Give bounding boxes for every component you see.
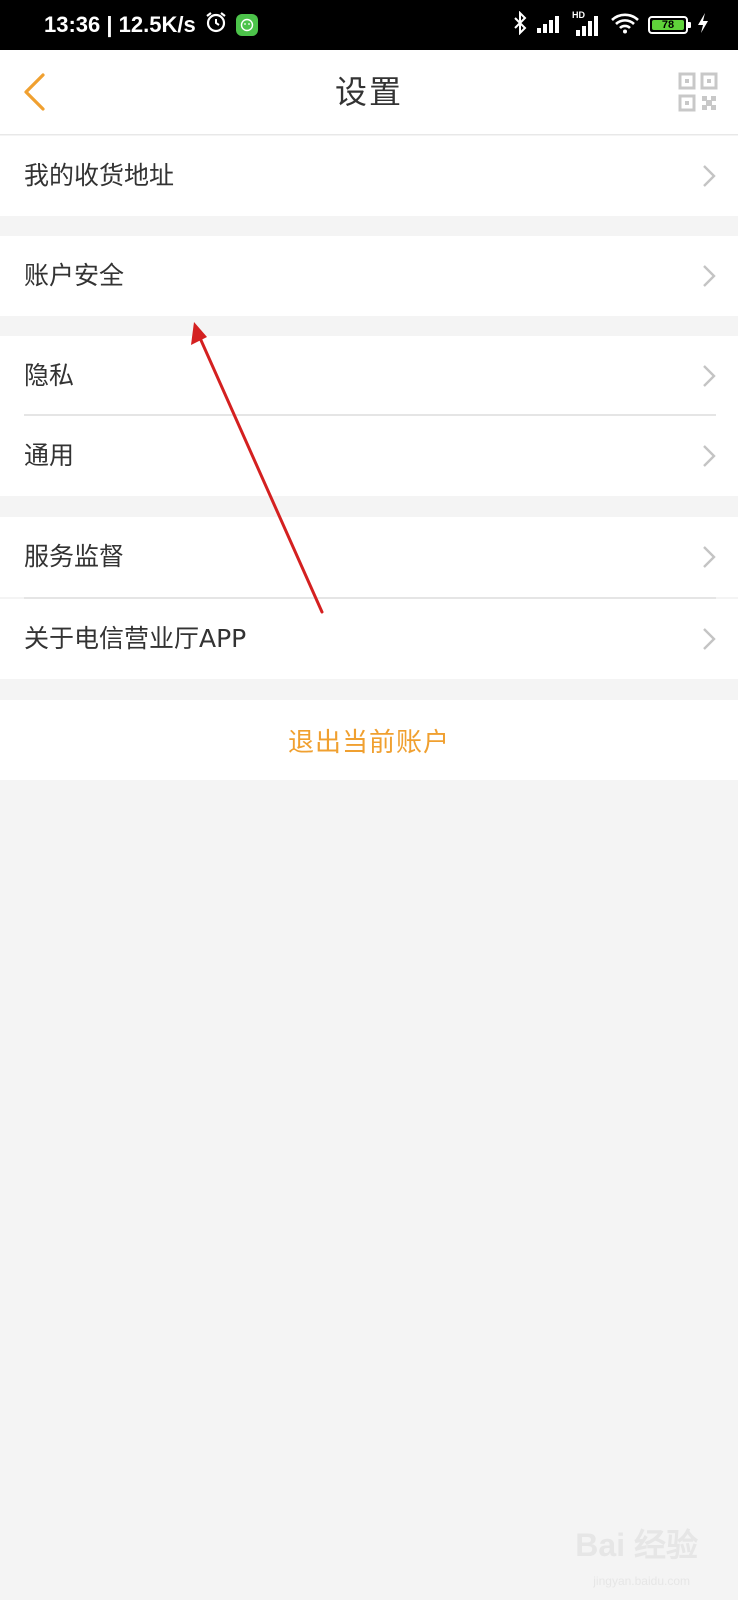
signal-hd-icon: HD — [572, 10, 602, 38]
menu-item-service-supervision[interactable]: 服务监督 — [0, 517, 738, 597]
charging-icon — [696, 12, 710, 38]
qr-code-icon — [678, 72, 718, 112]
chevron-right-icon — [703, 546, 716, 568]
menu-item-about-app[interactable]: 关于电信营业厅APP — [0, 599, 738, 679]
chevron-right-icon — [703, 628, 716, 650]
menu-item-label: 我的收货地址 — [24, 161, 175, 190]
chevron-right-icon — [703, 165, 716, 187]
watermark-brand: Bai 经验 — [575, 1527, 698, 1563]
logout-button[interactable]: 退出当前账户 — [0, 700, 738, 780]
wifi-icon — [610, 12, 640, 38]
qr-code-button[interactable] — [678, 72, 718, 112]
menu-item-label: 账户安全 — [24, 261, 125, 290]
menu-item-general[interactable]: 通用 — [0, 416, 738, 496]
menu-item-label: 隐私 — [24, 361, 75, 390]
menu-item-account-security[interactable]: 账户安全 — [0, 236, 738, 316]
menu-item-label: 通用 — [24, 441, 75, 470]
alarm-icon — [204, 10, 228, 40]
chevron-right-icon — [703, 265, 716, 287]
chevron-right-icon — [703, 445, 716, 467]
battery-icon: 78 — [648, 16, 691, 34]
page-title: 设置 — [334, 73, 403, 111]
app-badge-icon — [235, 14, 258, 36]
menu-item-label: 关于电信营业厅APP — [24, 624, 247, 653]
status-time-speed: 13:36 | 12.5K/s — [44, 12, 196, 37]
nav-bar: 设置 — [0, 50, 738, 135]
status-left: 13:36 | 12.5K/s — [44, 0, 258, 50]
menu-item-privacy[interactable]: 隐私 — [0, 336, 738, 416]
bluetooth-icon — [512, 10, 528, 39]
battery-level: 78 — [652, 19, 684, 31]
watermark: Bai 经验 — [575, 1520, 698, 1566]
chevron-right-icon — [703, 365, 716, 387]
menu-item-shipping-address[interactable]: 我的收货地址 — [0, 136, 738, 216]
menu-item-label: 服务监督 — [24, 542, 125, 571]
network-label: HD — [572, 10, 585, 20]
status-bar: 13:36 | 12.5K/s HD 78 — [0, 0, 738, 50]
watermark-url: jingyan.baidu.com — [593, 1574, 690, 1588]
status-right: HD 78 — [512, 0, 710, 50]
signal-icon — [536, 12, 564, 38]
